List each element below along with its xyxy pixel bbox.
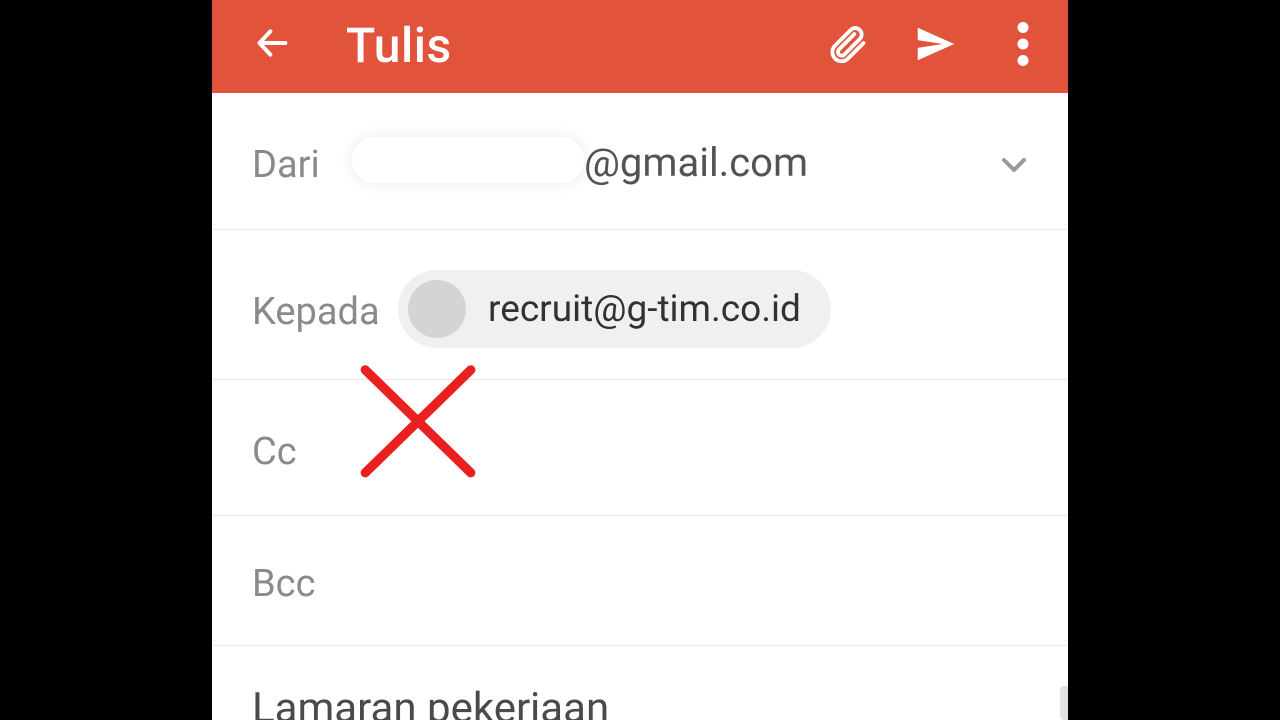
compose-screen: Tulis [212, 0, 1068, 720]
cc-label: Cc [252, 430, 297, 474]
send-button[interactable] [912, 21, 958, 67]
recipient-address: recruit@g-tim.co.id [488, 288, 801, 331]
from-row[interactable]: Dari @gmail.com [212, 93, 1068, 230]
expand-from-button[interactable] [994, 145, 1034, 185]
back-button[interactable] [250, 21, 294, 65]
appbar-actions [824, 21, 1052, 67]
bcc-label: Bcc [252, 562, 315, 606]
scrollbar[interactable] [1060, 686, 1068, 720]
recipient-chip[interactable]: recruit@g-tim.co.id [398, 270, 831, 348]
attach-button[interactable] [824, 21, 870, 67]
send-icon [912, 20, 958, 68]
bcc-row[interactable]: Bcc [212, 516, 1068, 646]
overflow-menu-button[interactable] [1000, 21, 1046, 67]
from-label: Dari [252, 143, 320, 187]
subject-row[interactable]: Lamaran pekerjaan [212, 646, 1068, 720]
subject-input[interactable]: Lamaran pekerjaan [252, 684, 609, 720]
to-row[interactable]: Kepada recruit@g-tim.co.id [212, 230, 1068, 380]
appbar-title: Tulis [346, 17, 452, 74]
from-email-suffix: @gmail.com [584, 139, 808, 186]
chevron-down-icon [994, 145, 1034, 185]
appbar: Tulis [212, 0, 1068, 93]
more-vert-icon [1017, 22, 1029, 66]
to-label: Kepada [252, 290, 380, 334]
arrow-back-icon [252, 23, 292, 63]
cc-row[interactable]: Cc [212, 380, 1068, 516]
avatar [408, 280, 466, 338]
paperclip-icon [825, 22, 869, 66]
from-email-redaction [352, 137, 584, 183]
